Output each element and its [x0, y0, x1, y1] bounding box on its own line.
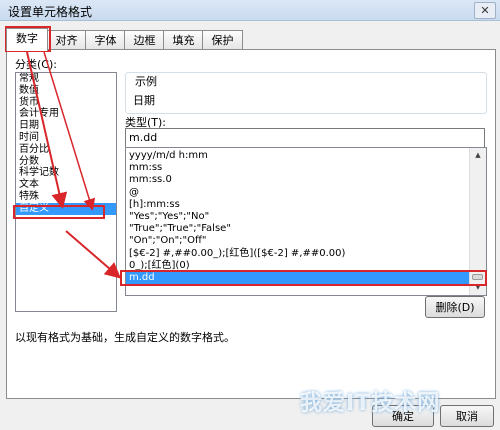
- tab-border[interactable]: 边框: [124, 30, 165, 50]
- format-item[interactable]: 0_);[红色](0): [126, 260, 486, 272]
- sample-value: 日期: [133, 94, 155, 107]
- title-bar: 设置单元格格式 ✕: [0, 0, 500, 21]
- tab-number[interactable]: 数字: [6, 28, 48, 51]
- close-icon[interactable]: ✕: [474, 2, 496, 19]
- sample-label: 示例: [133, 73, 159, 89]
- category-item[interactable]: 日期: [16, 120, 116, 132]
- tab-protection[interactable]: 保护: [202, 30, 243, 50]
- description-text: 以现有格式为基础，生成自定义的数字格式。: [15, 331, 235, 344]
- tab-fill[interactable]: 填充: [163, 30, 204, 50]
- format-item[interactable]: "Yes";"Yes";"No": [126, 211, 486, 223]
- format-list[interactable]: yyyy/m/d h:mm mm:ss mm:ss.0 @ [h]:mm:ss …: [125, 147, 487, 296]
- format-item[interactable]: yyyy/m/d h:mm: [126, 150, 486, 162]
- category-item[interactable]: 常规: [16, 73, 116, 85]
- category-item[interactable]: 货币: [16, 97, 116, 109]
- format-item[interactable]: "True";"True";"False": [126, 223, 486, 235]
- category-item[interactable]: 百分比: [16, 144, 116, 156]
- tab-alignment[interactable]: 对齐: [46, 30, 87, 50]
- format-item[interactable]: @: [126, 187, 486, 199]
- format-item[interactable]: "On";"On";"Off": [126, 235, 486, 247]
- format-item-selected[interactable]: m.dd: [126, 271, 486, 285]
- category-item[interactable]: 数值: [16, 85, 116, 97]
- format-item[interactable]: [h]:mm:ss: [126, 199, 486, 211]
- tab-font[interactable]: 字体: [85, 30, 126, 50]
- format-item[interactable]: mm:ss: [126, 162, 486, 174]
- category-list[interactable]: 常规 数值 货币 会计专用 日期 时间 百分比 分数 科学记数 文本 特殊 自定…: [15, 72, 117, 312]
- category-item[interactable]: 分数: [16, 156, 116, 168]
- category-item[interactable]: 时间: [16, 132, 116, 144]
- watermark: 我爱IT技术网: [300, 391, 441, 416]
- format-item[interactable]: mm:ss.0: [126, 174, 486, 186]
- tab-panel: 分类(C): 常规 数值 货币 会计专用 日期 时间 百分比 分数 科学记数 文…: [6, 49, 496, 399]
- category-item[interactable]: 会计专用: [16, 108, 116, 120]
- scroll-down-icon[interactable]: ▼: [470, 280, 486, 295]
- category-label: 分类(C):: [15, 58, 57, 71]
- type-input[interactable]: m.dd: [125, 128, 485, 148]
- format-item[interactable]: [$€-2] #,##0.00_);[红色]([$€-2] #,##0.00): [126, 248, 486, 260]
- scroll-up-icon[interactable]: ▲: [470, 148, 486, 163]
- delete-button[interactable]: 删除(D): [425, 296, 485, 318]
- sample-group: [125, 72, 487, 114]
- category-item-selected[interactable]: 自定义: [16, 202, 116, 215]
- category-item[interactable]: 特殊: [16, 191, 116, 203]
- format-list-scrollbar[interactable]: ▲ ▼: [469, 148, 486, 295]
- category-item[interactable]: 科学记数: [16, 167, 116, 179]
- category-item[interactable]: 文本: [16, 179, 116, 191]
- window-title: 设置单元格格式: [8, 5, 93, 19]
- cancel-button[interactable]: 取消: [440, 405, 494, 427]
